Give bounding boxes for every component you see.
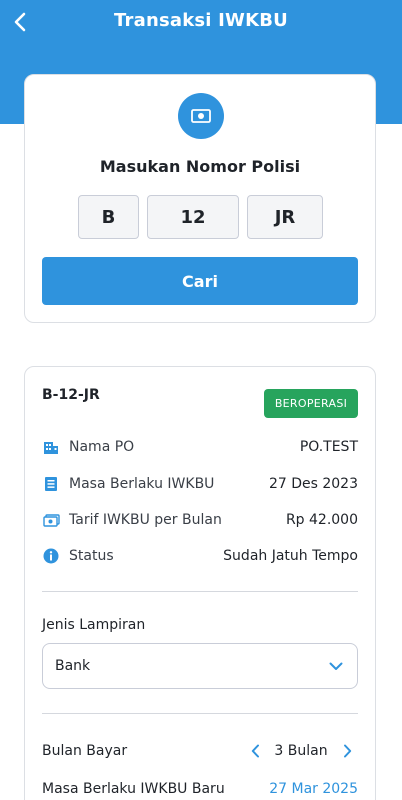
detail-row-tarif: Tarif IWKBU per Bulan Rp 42.000: [42, 510, 358, 530]
status-badge: BEROPERASI: [264, 389, 358, 418]
months-stepper: 3 Bulan: [244, 740, 358, 762]
plate-suffix-field[interactable]: JR: [247, 195, 323, 239]
info-icon: [42, 547, 60, 565]
plate-number-field[interactable]: 12: [147, 195, 239, 239]
detail-label: Status: [69, 548, 114, 564]
plate-prefix-field[interactable]: B: [78, 195, 139, 239]
decrease-months-button[interactable]: [244, 740, 266, 762]
chevron-left-icon: [251, 744, 259, 758]
payment-months-row: Bulan Bayar 3 Bulan: [42, 740, 358, 762]
attachment-type-label: Jenis Lampiran: [42, 617, 146, 633]
detail-label: Nama PO: [69, 439, 135, 455]
increase-months-button[interactable]: [336, 740, 358, 762]
plate-input-label: Masukan Nomor Polisi: [99, 157, 301, 176]
vehicle-detail-card: B-12-JR BEROPERASI Nama PO PO.TEST Masa …: [24, 366, 376, 800]
divider: [42, 713, 358, 714]
detail-value: PO.TEST: [299, 439, 358, 455]
money-icon-badge: [178, 93, 224, 139]
search-card: Masukan Nomor Polisi B 12 JR Cari: [24, 74, 376, 323]
detail-row-status: Status Sudah Jatuh Tempo: [42, 546, 358, 566]
vehicle-plate: B-12-JR: [42, 387, 100, 403]
detail-value: 27 Des 2023: [268, 476, 358, 492]
money-icon: [42, 511, 60, 529]
new-validity-value: 27 Mar 2025: [269, 781, 358, 797]
building-icon: [42, 438, 60, 456]
detail-value: Sudah Jatuh Tempo: [223, 548, 358, 564]
search-button[interactable]: Cari: [42, 257, 358, 305]
payment-months-value: 3 Bulan: [274, 743, 328, 759]
document-icon: [42, 475, 60, 493]
detail-row-masa-berlaku: Masa Berlaku IWKBU 27 Des 2023: [42, 474, 358, 494]
detail-row-nama-po: Nama PO PO.TEST: [42, 437, 358, 457]
page-title: Transaksi IWKBU: [114, 10, 288, 31]
chevron-right-icon: [343, 744, 351, 758]
attachment-type-select[interactable]: Bank: [42, 643, 358, 689]
money-icon: [191, 109, 211, 123]
new-validity-label: Masa Berlaku IWKBU Baru: [42, 781, 225, 797]
attachment-type-value: Bank: [55, 658, 91, 674]
detail-label: Masa Berlaku IWKBU: [69, 476, 215, 492]
new-validity-row: Masa Berlaku IWKBU Baru 27 Mar 2025: [42, 778, 358, 800]
chevron-down-icon: [329, 662, 343, 670]
divider: [42, 591, 358, 592]
detail-label: Tarif IWKBU per Bulan: [69, 512, 222, 528]
payment-months-label: Bulan Bayar: [42, 743, 128, 759]
detail-value: Rp 42.000: [285, 512, 358, 528]
